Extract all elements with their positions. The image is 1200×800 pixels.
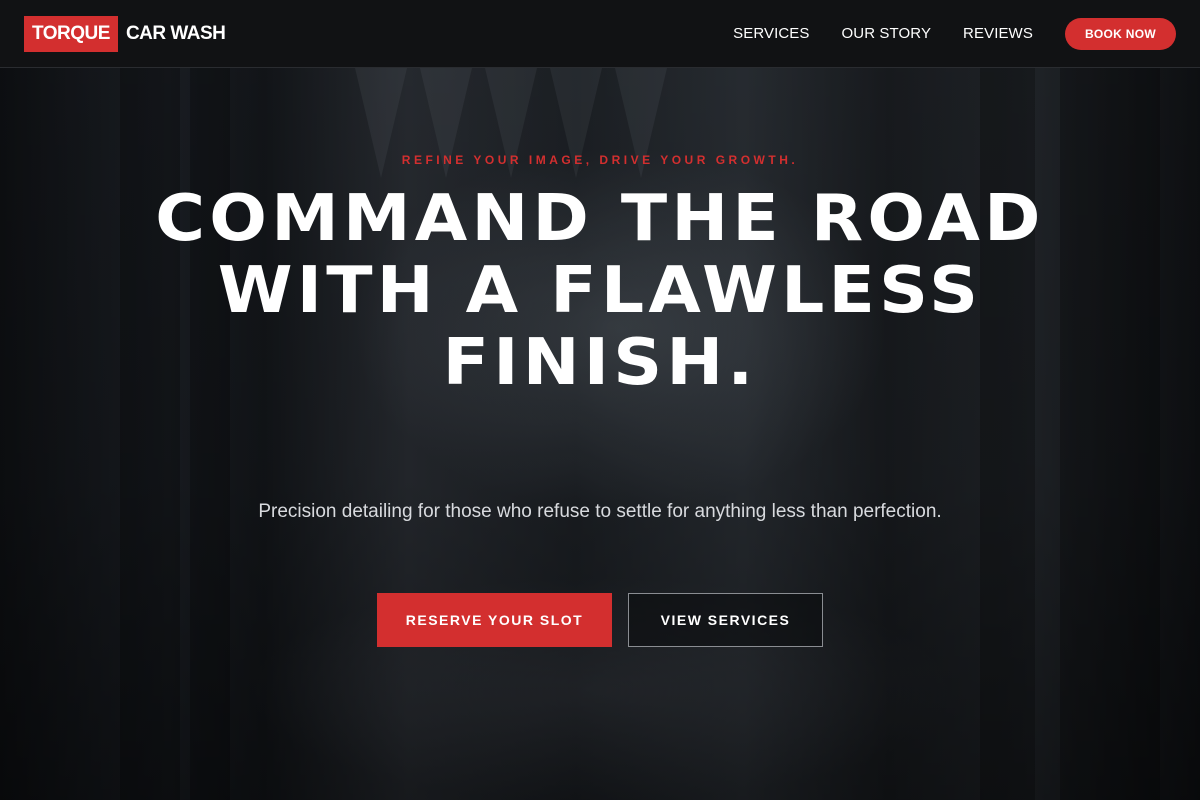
hero-section: REFINE YOUR IMAGE, DRIVE YOUR GROWTH. CO… (0, 68, 1200, 800)
nav-link-reviews[interactable]: REVIEWS (963, 25, 1033, 42)
nav-link-our-story[interactable]: OUR STORY (842, 25, 932, 42)
brand-name-secondary: CAR WASH (125, 22, 226, 44)
main-nav: SERVICES OUR STORY REVIEWS BOOK NOW (733, 17, 1176, 50)
brand-logo[interactable]: TORQUE CAR WASH (24, 15, 226, 52)
site-header: TORQUE CAR WASH SERVICES OUR STORY REVIE… (0, 0, 1200, 68)
brand-name-primary: TORQUE (24, 15, 118, 52)
hero-eyebrow: REFINE YOUR IMAGE, DRIVE YOUR GROWTH. (401, 153, 799, 167)
book-now-button[interactable]: BOOK NOW (1064, 17, 1176, 50)
hero-cta-group: RESERVE YOUR SLOT VIEW SERVICES (0, 593, 1200, 647)
reserve-slot-button[interactable]: RESERVE YOUR SLOT (377, 593, 612, 647)
hero-subtext: Precision detailing for those who refuse… (258, 501, 942, 522)
view-services-button[interactable]: VIEW SERVICES (628, 593, 823, 647)
hero-headline: COMMAND THE ROAD WITH A FLAWLESS FINISH. (155, 182, 1045, 400)
nav-link-services[interactable]: SERVICES (733, 25, 809, 42)
